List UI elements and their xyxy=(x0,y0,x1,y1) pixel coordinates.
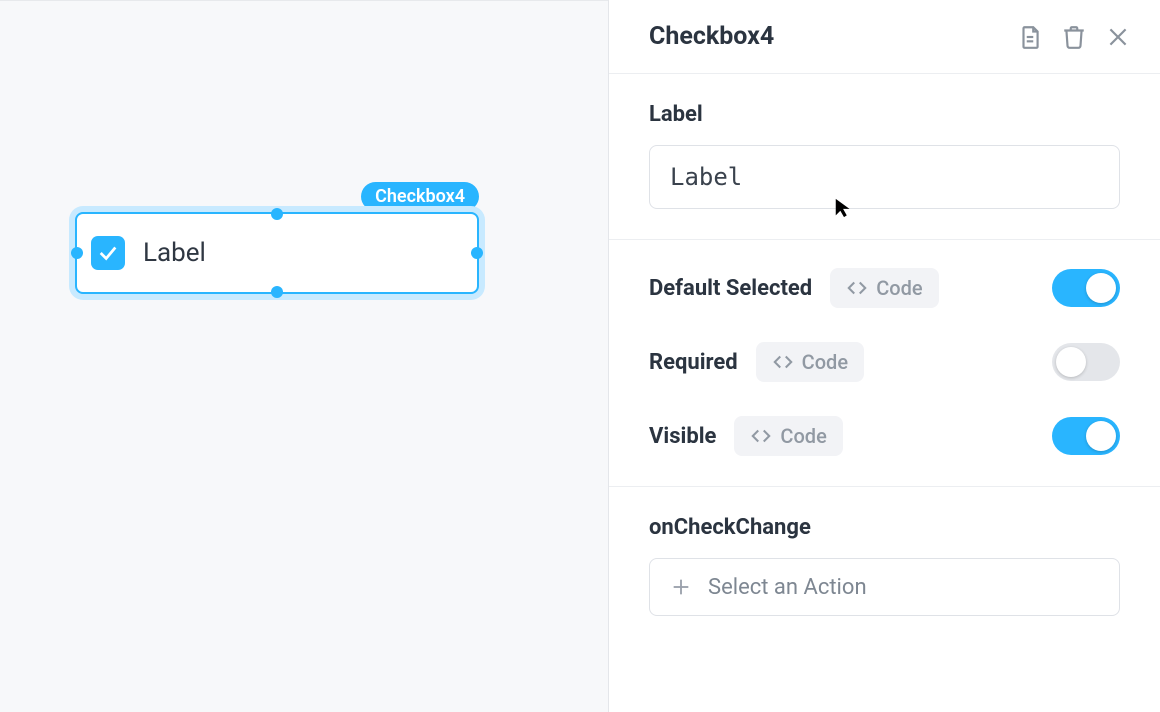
check-icon xyxy=(97,242,119,264)
resize-handle-bottom[interactable] xyxy=(271,286,283,298)
visible-row: Visible Code xyxy=(649,416,1120,456)
required-row: Required Code xyxy=(649,342,1120,382)
code-icon xyxy=(772,351,794,373)
checkbox-label-text: Label xyxy=(143,238,206,268)
default-selected-code-button[interactable]: Code xyxy=(830,268,938,308)
component-name-tag[interactable]: Checkbox4 xyxy=(361,182,479,211)
trash-icon xyxy=(1061,24,1087,50)
required-toggle[interactable] xyxy=(1052,343,1120,381)
plus-icon xyxy=(670,576,692,598)
resize-handle-right[interactable] xyxy=(471,247,483,259)
code-chip-text: Code xyxy=(876,276,922,300)
properties-panel: Checkbox4 Label Defau xyxy=(608,0,1160,712)
visible-toggle[interactable] xyxy=(1052,417,1120,455)
visible-code-button[interactable]: Code xyxy=(734,416,842,456)
event-section: onCheckChange Select an Action xyxy=(609,487,1160,646)
resize-handle-left[interactable] xyxy=(71,247,83,259)
default-selected-row: Default Selected Code xyxy=(649,268,1120,308)
event-name-label: onCheckChange xyxy=(649,515,1120,540)
label-input[interactable] xyxy=(649,145,1120,209)
duplicate-button[interactable] xyxy=(1016,23,1044,51)
properties-section: Default Selected Code Required Code Visi… xyxy=(609,240,1160,487)
checkbox-component-selected[interactable]: Checkbox4 Label xyxy=(75,212,479,294)
delete-button[interactable] xyxy=(1060,23,1088,51)
close-icon xyxy=(1105,24,1131,50)
resize-handle-top[interactable] xyxy=(271,208,283,220)
required-code-button[interactable]: Code xyxy=(756,342,864,382)
document-icon xyxy=(1017,24,1043,50)
visible-label: Visible xyxy=(649,424,716,449)
required-label: Required xyxy=(649,350,738,375)
close-button[interactable] xyxy=(1104,23,1132,51)
default-selected-toggle[interactable] xyxy=(1052,269,1120,307)
code-icon xyxy=(846,277,868,299)
code-chip-text: Code xyxy=(802,350,848,374)
label-section: Label xyxy=(609,74,1160,240)
label-field-label: Label xyxy=(649,102,1120,127)
checkbox-frame[interactable]: Label xyxy=(75,212,479,294)
design-canvas[interactable]: Checkbox4 Label xyxy=(0,0,608,712)
code-chip-text: Code xyxy=(780,424,826,448)
select-action-placeholder: Select an Action xyxy=(708,575,867,600)
panel-title: Checkbox4 xyxy=(649,22,1000,51)
checkbox-box-checked[interactable] xyxy=(91,236,125,270)
select-action-button[interactable]: Select an Action xyxy=(649,558,1120,616)
panel-header: Checkbox4 xyxy=(609,0,1160,74)
default-selected-label: Default Selected xyxy=(649,276,812,301)
code-icon xyxy=(750,425,772,447)
